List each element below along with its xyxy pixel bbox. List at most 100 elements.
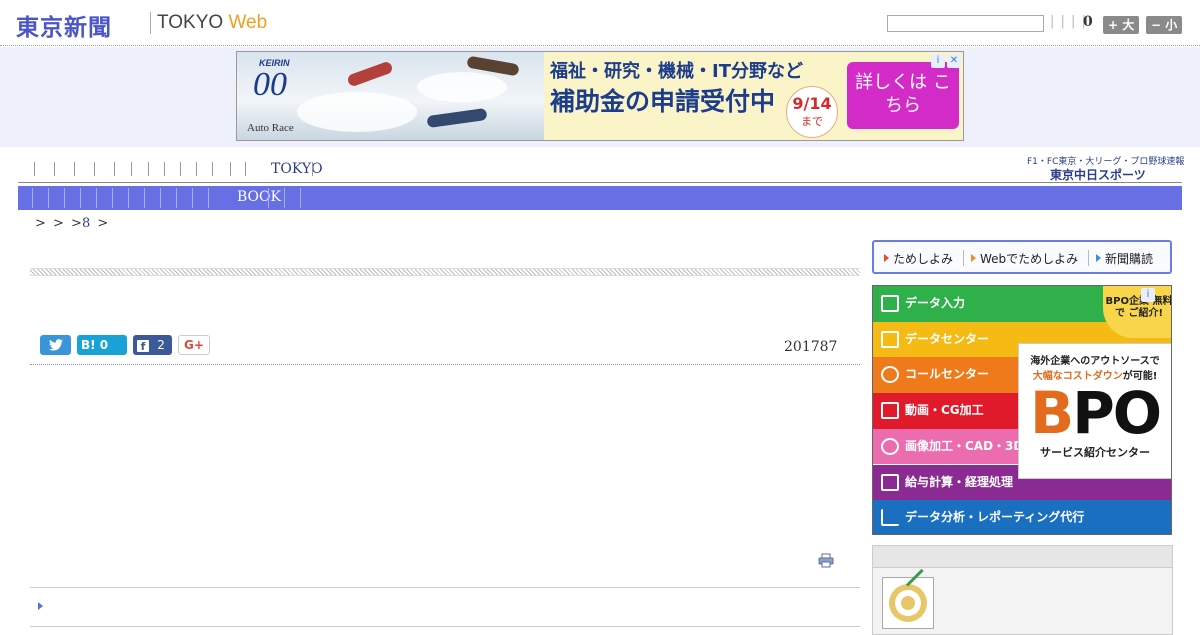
ad-headline-1: 福祉・研究・機械・IT分野など	[550, 61, 803, 82]
bpo-logo-b: B	[1029, 379, 1074, 447]
bpo-badge: BPO企業 無料で ご紹介!	[1103, 286, 1171, 338]
chunichi-sports-link[interactable]: 東京中日スポーツ	[1050, 166, 1146, 183]
nav-item[interactable]	[164, 162, 165, 176]
hatena-bookmark-button[interactable]: B! 0	[77, 335, 127, 355]
bpo-logo-po: PO	[1072, 379, 1162, 447]
article-footer-divider	[30, 587, 860, 588]
site-logo[interactable]: 東京新聞	[16, 8, 112, 42]
print-icon[interactable]	[818, 553, 834, 568]
subnav-item[interactable]	[32, 188, 33, 208]
bpo-text-3: サービス紹介センター	[1040, 446, 1150, 459]
tokyo-web-logo[interactable]: TOKYO Web	[157, 12, 267, 34]
facebook-share-button[interactable]: f 2	[133, 335, 172, 355]
c-icon	[881, 295, 899, 312]
nav-item[interactable]	[131, 162, 132, 176]
subnav-item[interactable]	[176, 188, 177, 208]
nav-item[interactable]	[212, 162, 213, 176]
font-smaller-button[interactable]: − 小	[1146, 16, 1183, 34]
bpo-band-label: 動画・CG加工	[905, 403, 984, 418]
search-input[interactable]	[887, 15, 1044, 32]
web-tameshiyomi-link[interactable]: Webでためしよみ	[971, 250, 1078, 267]
target-ring	[901, 596, 915, 610]
info-icon[interactable]: i	[1141, 288, 1155, 302]
subnav-item[interactable]	[64, 188, 65, 208]
logo-divider	[150, 12, 151, 34]
google-plus-button[interactable]: G+	[178, 335, 210, 355]
subnav-item[interactable]	[128, 188, 129, 208]
nav-item[interactable]	[245, 162, 246, 176]
subnav-item[interactable]	[80, 188, 81, 208]
sidebar-box-header	[873, 546, 1172, 568]
ad-text-panel: 福祉・研究・機械・IT分野など 補助金の申請受付中 9/14 まで 詳しくは こ…	[544, 52, 963, 140]
secondary-nav: BOOK	[18, 186, 1182, 210]
header-separators: | | | |	[1050, 14, 1087, 29]
top-banner-ad[interactable]: KEIRIN 00 Auto Race 福祉・研究・機械・IT分野など 補助金の…	[236, 51, 964, 141]
subnav-item[interactable]	[208, 188, 209, 208]
tameshiyomi-divider	[963, 250, 964, 266]
subnav-item[interactable]	[284, 188, 285, 208]
breadcrumb-links[interactable]: > > >	[35, 216, 82, 231]
related-link-arrow-icon[interactable]	[38, 602, 43, 610]
ad-cloud	[297, 92, 417, 132]
info-icon[interactable]: i	[931, 54, 945, 68]
header-count: 0	[1083, 14, 1093, 30]
tameshiyomi-link[interactable]: ためしよみ	[884, 250, 953, 267]
ad-details-button[interactable]: 詳しくは こちら	[847, 62, 959, 129]
article-divider	[30, 364, 860, 365]
font-larger-button[interactable]: + 大	[1103, 16, 1140, 34]
ad-deadline-date: 9/14	[792, 94, 832, 113]
nav-item[interactable]	[148, 162, 149, 176]
nav-item[interactable]	[34, 162, 35, 176]
article-date: 201787	[784, 339, 838, 355]
ad-deadline-suffix: まで	[801, 115, 823, 128]
nav-item[interactable]	[74, 162, 75, 176]
tameshiyomi-divider	[1088, 250, 1089, 266]
phone-icon	[881, 366, 899, 384]
subnav-item-book[interactable]: BOOK	[237, 189, 281, 205]
subnav-item[interactable]	[192, 188, 193, 208]
sidebar-box	[872, 545, 1173, 635]
target-icon[interactable]	[882, 568, 934, 629]
ad-flying-figure	[426, 107, 488, 129]
ad-deadline-badge: 9/14 まで	[786, 86, 838, 138]
bpo-text-1: 海外企業へのアウトソースで	[1030, 356, 1160, 367]
close-icon[interactable]: ✕	[947, 54, 961, 68]
nav-item[interactable]	[230, 162, 231, 176]
nav-item[interactable]	[180, 162, 181, 176]
ad-auto-race-text: Auto Race	[247, 122, 294, 134]
subnav-item[interactable]	[48, 188, 49, 208]
bpo-logo: BPO	[1019, 382, 1171, 444]
nav-item[interactable]	[196, 162, 197, 176]
film-icon	[881, 402, 899, 420]
bpo-band-label: 画像加工・CAD・3D	[905, 438, 1024, 453]
subnav-item[interactable]	[144, 188, 145, 208]
ad-headline-2: 補助金の申請受付中	[550, 87, 776, 116]
subscribe-link[interactable]: 新聞購読	[1096, 250, 1153, 267]
nav-item[interactable]	[94, 162, 95, 176]
bpo-band-label: データセンター	[905, 331, 990, 346]
bpo-band-label: データ入力	[905, 296, 966, 310]
bpo-ad[interactable]: データ入力 データセンター コールセンター 動画・CG加工 画像加工・CAD・3…	[872, 285, 1172, 535]
twitter-share-button[interactable]	[40, 335, 71, 355]
ad-flying-figure	[346, 60, 394, 88]
logo-tokyo-text: TOKYO	[157, 12, 224, 33]
bpo-band-data-analysis: データ分析・レポーティング代行	[873, 500, 1171, 534]
nav-item[interactable]	[54, 162, 55, 176]
nav-item-tokyo[interactable]: TOKYO	[271, 161, 323, 177]
bpo-band-label: コールセンター	[905, 367, 990, 382]
article-title-rule	[30, 268, 860, 276]
site-header: 東京新聞 TOKYO Web | | | | 0 + 大 − 小	[0, 0, 1200, 46]
ad-cloud	[417, 72, 507, 102]
breadcrumb-page[interactable]: 8	[82, 216, 90, 231]
scissors-icon	[881, 437, 899, 455]
nav-item[interactable]	[114, 162, 115, 176]
subnav-item[interactable]	[96, 188, 97, 208]
subnav-item[interactable]	[268, 188, 269, 208]
subnav-item[interactable]	[160, 188, 161, 208]
chart-icon	[881, 509, 899, 527]
subnav-item[interactable]	[112, 188, 113, 208]
ad-keirin-logo: 00	[253, 66, 287, 103]
arrow-icon	[905, 568, 924, 587]
breadcrumb: > > >8 >	[35, 216, 108, 231]
subnav-divider	[300, 188, 301, 208]
